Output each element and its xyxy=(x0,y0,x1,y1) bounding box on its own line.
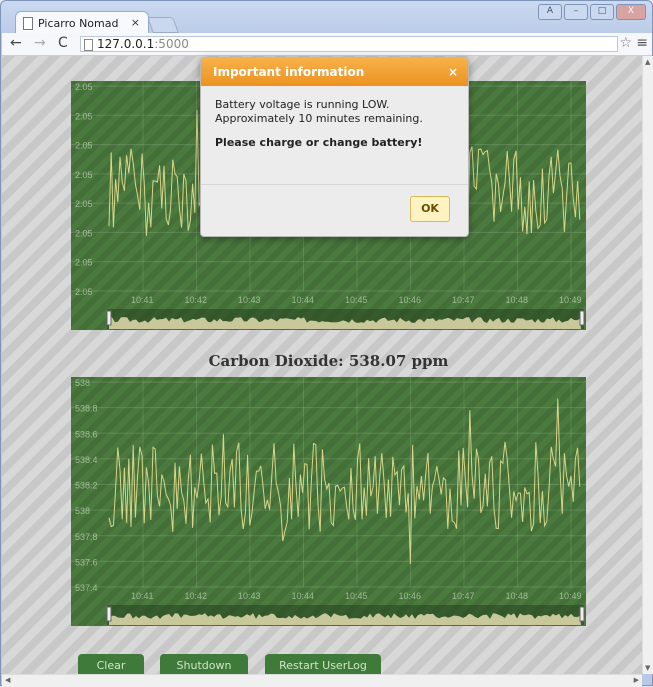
ok-button[interactable]: OK xyxy=(410,196,450,222)
y-tick-label: 538 xyxy=(75,506,90,516)
back-arrow-icon[interactable]: ← xyxy=(10,35,22,51)
x-tick-label: 10:46 xyxy=(399,591,422,601)
x-tick-label: 10:45 xyxy=(345,591,368,601)
new-tab-button[interactable] xyxy=(147,17,179,33)
navigator-handle[interactable] xyxy=(579,606,585,622)
x-tick-label: 10:42 xyxy=(185,295,208,305)
menu-icon[interactable]: ≡ xyxy=(636,35,648,51)
scroll-left-icon[interactable]: ◀ xyxy=(5,676,10,684)
dialog-body: Battery voltage is running LOW. Approxim… xyxy=(201,86,468,172)
y-tick-label: 2.05 xyxy=(75,141,93,151)
data-trace xyxy=(108,398,581,564)
scroll-right-icon[interactable]: ▶ xyxy=(634,676,639,684)
chart-co2: 538 538.8 538.6 538.4 538.2 538 537.8 537.6 537.… xyxy=(71,377,586,626)
x-tick-label: 10:48 xyxy=(506,591,529,601)
reload-icon[interactable]: C xyxy=(58,35,68,51)
y-tick-label: 537.4 xyxy=(75,583,98,593)
y-tick-label: 538.4 xyxy=(75,455,98,465)
tab-title: Picarro Nomad xyxy=(38,17,119,30)
x-tick-label: 10:42 xyxy=(185,591,208,601)
scroll-down-icon[interactable]: ▼ xyxy=(645,664,650,672)
x-tick-label: 10:49 xyxy=(559,295,582,305)
y-tick-label: 538.6 xyxy=(75,429,98,439)
dialog-header: Important information × xyxy=(201,58,468,86)
profile-button[interactable]: A xyxy=(538,4,562,20)
dialog-footer-divider xyxy=(201,184,468,185)
clear-button[interactable]: Clear xyxy=(78,654,144,674)
y-tick-label: 2.05 xyxy=(75,82,93,92)
co2-chart-title: Carbon Dioxide: 538.07 ppm xyxy=(208,352,449,370)
vertical-scrollbar[interactable]: ▲ ▼ xyxy=(642,56,653,674)
dialog-line-3: Please charge or change battery! xyxy=(215,136,423,149)
y-tick-label: 2.05 xyxy=(75,258,93,268)
window-controls: A – □ X xyxy=(538,4,646,20)
dialog-title: Important information xyxy=(213,65,365,79)
page-icon xyxy=(23,17,33,30)
browser-toolbar: ← → C 127.0.0.1:5000 ☆ ≡ xyxy=(2,33,652,56)
x-tick-label: 10:48 xyxy=(506,295,529,305)
y-tick-label: 2.05 xyxy=(75,170,93,180)
tab-picarro-nomad[interactable]: Picarro Nomad × xyxy=(15,11,149,33)
y-tick-label: 2.05 xyxy=(75,228,93,238)
x-tick-label: 10:45 xyxy=(345,295,368,305)
dialog-close-icon[interactable]: × xyxy=(448,58,458,86)
minimize-button[interactable]: – xyxy=(564,4,588,20)
x-tick-label: 10:46 xyxy=(399,295,422,305)
navigator-handle[interactable] xyxy=(106,310,112,326)
browser-window: Picarro Nomad × A – □ X ← → C 127.0.0.1:… xyxy=(0,0,653,687)
url-host: 127.0.0.1 xyxy=(97,37,155,51)
x-tick-label: 10:44 xyxy=(292,295,315,305)
restart-userlog-button[interactable]: Restart UserLog xyxy=(265,654,381,674)
navigator-handle[interactable] xyxy=(579,310,585,326)
y-tick-label: 537.8 xyxy=(75,532,98,542)
maximize-button[interactable]: □ xyxy=(590,4,614,20)
horizontal-scrollbar[interactable]: ◀ ▶ xyxy=(2,674,642,687)
y-tick-label: 2.05 xyxy=(75,111,93,121)
y-tick-label: 2.05 xyxy=(75,287,93,297)
x-tick-label: 10:47 xyxy=(452,591,475,601)
x-tick-label: 10:43 xyxy=(238,295,261,305)
y-tick-label: 538.8 xyxy=(75,404,98,414)
y-tick-label: 537.6 xyxy=(75,557,98,567)
address-bar[interactable]: 127.0.0.1:5000 xyxy=(80,36,618,52)
chart-svg: 538 538.8 538.6 538.4 538.2 538 537.8 537.6 537.… xyxy=(71,377,586,625)
x-tick-label: 10:41 xyxy=(131,295,154,305)
forward-arrow-icon[interactable]: → xyxy=(34,35,46,51)
x-tick-label: 10:47 xyxy=(452,295,475,305)
y-tick-label: 538 xyxy=(75,378,90,388)
page-icon xyxy=(84,39,93,51)
x-tick-label: 10:43 xyxy=(238,591,261,601)
dialog-line-1: Battery voltage is running LOW. xyxy=(215,98,390,111)
x-tick-label: 10:41 xyxy=(131,591,154,601)
battery-warning-dialog: Important information × Battery voltage … xyxy=(200,57,469,237)
close-window-button[interactable]: X xyxy=(616,4,646,20)
url-port: :5000 xyxy=(154,37,189,51)
dialog-line-2: Approximately 10 minutes remaining. xyxy=(215,112,423,125)
x-tick-label: 10:49 xyxy=(559,591,582,601)
scroll-up-icon[interactable]: ▲ xyxy=(645,58,650,66)
x-tick-label: 10:44 xyxy=(292,591,315,601)
bookmark-star-icon[interactable]: ☆ xyxy=(619,35,632,51)
navigator-handle[interactable] xyxy=(106,606,112,622)
y-tick-label: 538.2 xyxy=(75,481,98,491)
tab-close-icon[interactable]: × xyxy=(131,16,140,29)
y-tick-label: 2.05 xyxy=(75,199,93,209)
shutdown-button[interactable]: Shutdown xyxy=(160,654,248,674)
